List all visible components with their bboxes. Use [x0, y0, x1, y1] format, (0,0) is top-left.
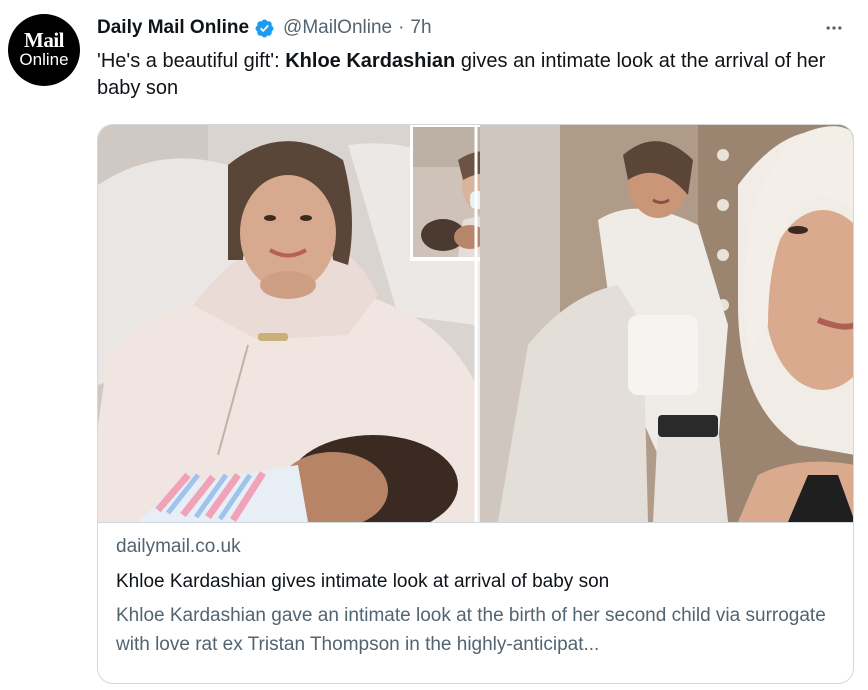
- photo-selfie: [480, 125, 853, 522]
- account-name[interactable]: Daily Mail Online: [97, 17, 249, 39]
- card-meta: dailymail.co.uk Khloe Kardashian gives i…: [116, 533, 835, 659]
- card-domain: dailymail.co.uk: [116, 536, 241, 557]
- avatar-logo-line2: Online: [19, 50, 69, 69]
- tweet-text: 'He's a beautiful gift': Khloe Kardashia…: [97, 48, 837, 102]
- card-image[interactable]: [98, 125, 854, 523]
- tweet-text-bold: Khloe Kardashian: [285, 50, 456, 72]
- avatar-logo-line1: Mail: [24, 28, 65, 52]
- more-icon: [826, 26, 842, 30]
- card-description: Khloe Kardashian gave an intimate look a…: [116, 605, 826, 655]
- tweet-text-part1: 'He's a beautiful gift':: [97, 50, 286, 72]
- tweet-timestamp[interactable]: 7h: [410, 17, 431, 39]
- more-options-button[interactable]: [820, 14, 848, 42]
- card-title[interactable]: Khloe Kardashian gives intimate look at …: [116, 567, 835, 597]
- avatar[interactable]: Mail Online: [8, 14, 80, 86]
- account-handle[interactable]: @MailOnline: [283, 17, 392, 39]
- verified-badge-icon: [254, 18, 275, 39]
- link-card[interactable]: dailymail.co.uk Khloe Kardashian gives i…: [97, 124, 854, 684]
- separator-dot: ·: [398, 17, 405, 38]
- tweet-header: Daily Mail Online @MailOnline · 7h: [97, 14, 432, 42]
